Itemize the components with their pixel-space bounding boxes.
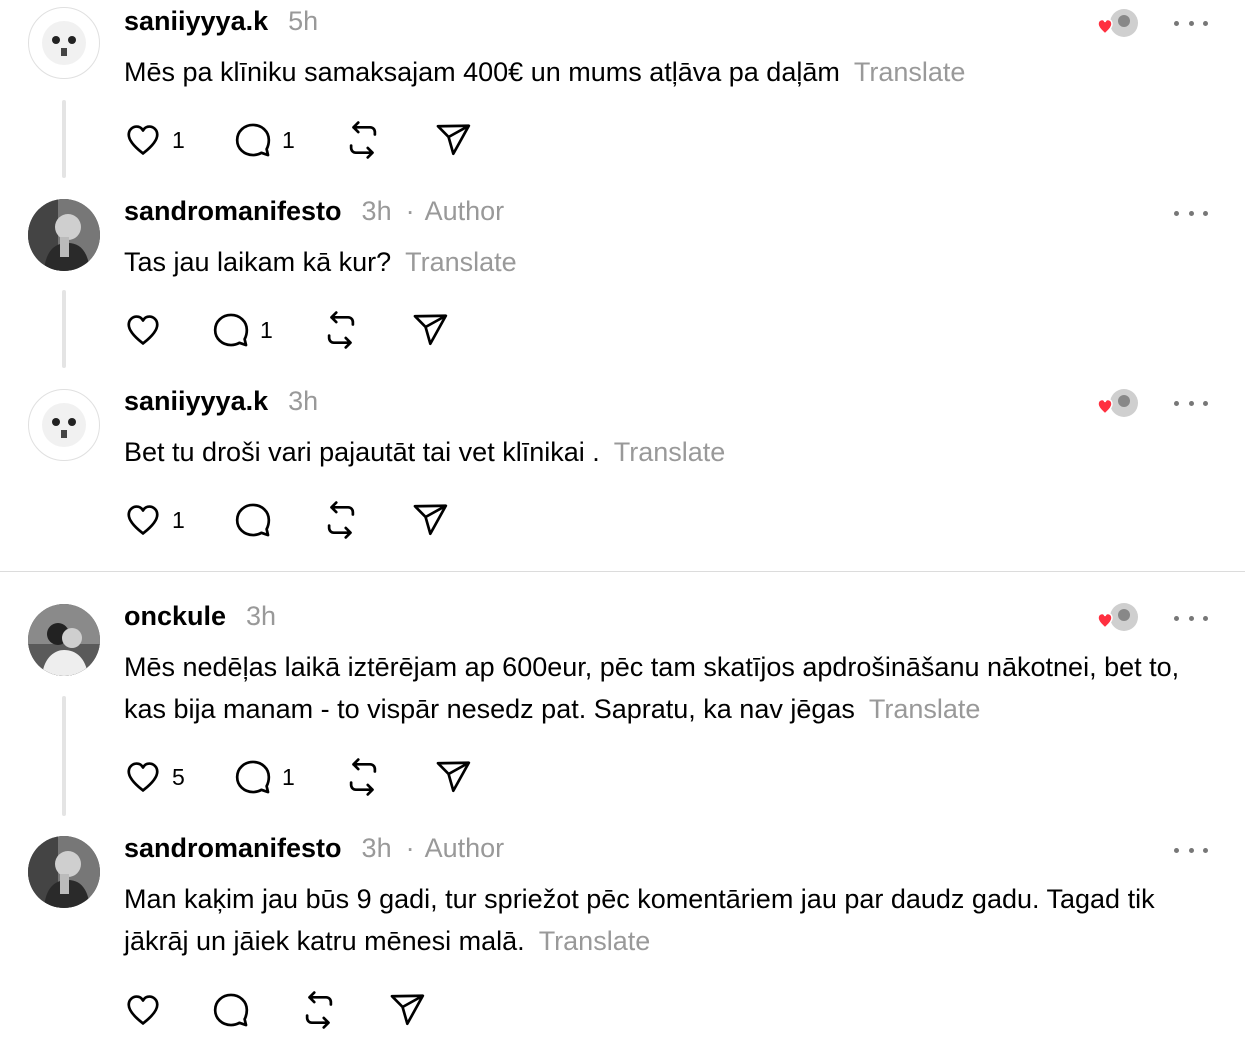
liked-by-author-icon <box>1092 602 1140 636</box>
translate-link[interactable]: Translate <box>539 926 651 956</box>
post-header: sandromanifesto 3h · Author <box>124 833 504 869</box>
share-button[interactable] <box>411 310 449 350</box>
timestamp: 3h <box>361 833 392 863</box>
post-body: Mēs pa klīniku samaksajam 400€ un mums a… <box>124 57 840 87</box>
like-button[interactable]: 1 <box>124 120 185 160</box>
repost-button[interactable] <box>344 120 382 160</box>
post-body: Mēs nedēļas laikā iztērējam ap 600eur, p… <box>124 652 1180 724</box>
repost-button[interactable] <box>322 310 360 350</box>
repost-icon <box>327 311 355 349</box>
avatar[interactable] <box>28 7 100 79</box>
avatar[interactable] <box>28 836 100 908</box>
thread-line <box>62 696 66 816</box>
author-badge: Author <box>424 196 505 226</box>
avatar[interactable] <box>28 199 100 271</box>
like-count: 1 <box>172 126 185 153</box>
translate-link[interactable]: Translate <box>614 437 726 467</box>
username[interactable]: sandromanifesto <box>124 196 342 227</box>
share-icon <box>390 994 425 1026</box>
more-icon[interactable] <box>1174 203 1208 223</box>
like-button[interactable]: 5 <box>124 757 185 797</box>
reply-button[interactable]: 1 <box>212 310 273 350</box>
translate-link[interactable]: Translate <box>854 57 966 87</box>
share-icon <box>413 314 448 346</box>
heart-icon <box>127 762 159 792</box>
separator-dot: · <box>405 833 415 863</box>
username[interactable]: sandromanifesto <box>124 833 342 864</box>
reply-button[interactable]: 1 <box>234 120 295 160</box>
post-header: saniiyyya.k 3h <box>124 386 318 422</box>
more-icon[interactable] <box>1174 393 1208 413</box>
liked-by-author-icon <box>1092 388 1140 422</box>
repost-icon <box>327 501 355 539</box>
thread-line <box>62 290 66 368</box>
comment-icon <box>235 503 271 537</box>
post-text: Tas jau laikam kā kur? Translate <box>124 241 1204 283</box>
repost-icon <box>349 121 377 159</box>
reply-count: 1 <box>260 316 273 343</box>
post-text: Mēs pa klīniku samaksajam 400€ un mums a… <box>124 51 1204 93</box>
comment-icon <box>235 123 271 157</box>
reply-count: 1 <box>282 763 295 790</box>
heart-icon <box>127 125 159 155</box>
like-button[interactable] <box>124 310 162 350</box>
separator-dot: · <box>405 196 415 226</box>
share-icon <box>436 124 471 156</box>
username[interactable]: saniiyyya.k <box>124 6 268 37</box>
post-text: Mēs nedēļas laikā iztērējam ap 600eur, p… <box>124 646 1204 730</box>
repost-button[interactable] <box>344 757 382 797</box>
share-button[interactable] <box>434 757 472 797</box>
comment-icon <box>213 993 249 1027</box>
timestamp: 3h <box>246 601 277 631</box>
post-header: onckule 3h <box>124 601 276 637</box>
like-count: 1 <box>172 506 185 533</box>
timestamp: 3h <box>288 386 319 416</box>
share-button[interactable] <box>411 500 449 540</box>
more-icon[interactable] <box>1174 13 1208 33</box>
liked-by-author-icon <box>1092 8 1140 42</box>
share-icon <box>413 504 448 536</box>
reply-button[interactable] <box>212 990 250 1030</box>
post-body: Tas jau laikam kā kur? <box>124 247 392 277</box>
thread-divider <box>0 571 1245 572</box>
author-badge: Author <box>424 833 505 863</box>
timestamp: 5h <box>288 6 319 36</box>
more-icon[interactable] <box>1174 608 1208 628</box>
comment-icon <box>213 313 249 347</box>
timestamp: 3h <box>361 196 392 226</box>
reply-button[interactable] <box>234 500 272 540</box>
comment-icon <box>235 760 271 794</box>
repost-icon <box>349 758 377 796</box>
repost-button[interactable] <box>300 990 338 1030</box>
share-button[interactable] <box>388 990 426 1030</box>
reply-count: 1 <box>282 126 295 153</box>
like-button[interactable] <box>124 990 162 1030</box>
like-button[interactable]: 1 <box>124 500 185 540</box>
repost-icon <box>305 991 333 1029</box>
like-count: 5 <box>172 763 185 790</box>
translate-link[interactable]: Translate <box>405 247 517 277</box>
heart-icon <box>127 315 159 345</box>
username[interactable]: onckule <box>124 601 226 632</box>
heart-icon <box>127 505 159 535</box>
post-body: Bet tu droši vari pajautāt tai vet klīni… <box>124 437 600 467</box>
more-icon[interactable] <box>1174 840 1208 860</box>
post-header: saniiyyya.k 5h <box>124 6 318 42</box>
post-text: Man kaķim jau būs 9 gadi, tur spriežot p… <box>124 878 1204 962</box>
reply-button[interactable]: 1 <box>234 757 295 797</box>
avatar[interactable] <box>28 604 100 676</box>
username[interactable]: saniiyyya.k <box>124 386 268 417</box>
share-icon <box>436 761 471 793</box>
thread-line <box>62 100 66 178</box>
translate-link[interactable]: Translate <box>869 694 981 724</box>
heart-icon <box>127 995 159 1025</box>
post-text: Bet tu droši vari pajautāt tai vet klīni… <box>124 431 1204 473</box>
repost-button[interactable] <box>322 500 360 540</box>
avatar[interactable] <box>28 389 100 461</box>
post-header: sandromanifesto 3h · Author <box>124 196 504 232</box>
share-button[interactable] <box>434 120 472 160</box>
